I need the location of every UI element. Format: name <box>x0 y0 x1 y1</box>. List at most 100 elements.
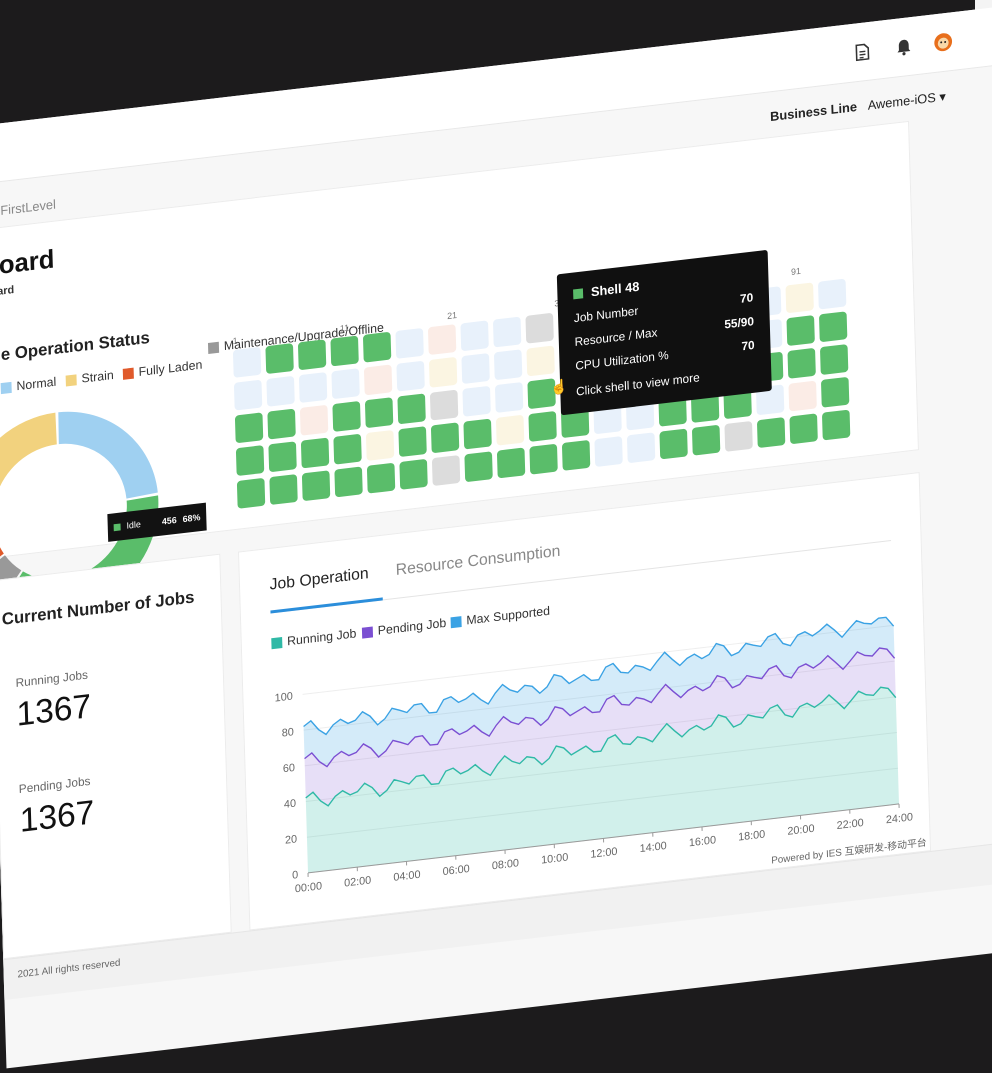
shell-cell[interactable] <box>265 343 293 374</box>
shell-cell[interactable] <box>397 393 425 424</box>
shell-cell[interactable] <box>692 425 720 456</box>
shell-cell[interactable] <box>302 470 330 501</box>
shell-cell[interactable] <box>269 474 297 505</box>
bell-icon[interactable] <box>893 35 915 59</box>
shell-cell[interactable] <box>788 381 816 412</box>
donut-slice-strain[interactable] <box>0 413 58 501</box>
shell-cell[interactable] <box>236 445 264 476</box>
shell-cell[interactable] <box>787 348 815 379</box>
tab-job-operation[interactable]: Job Operation <box>269 565 369 594</box>
avatar[interactable] <box>932 30 954 54</box>
legend-pending-job[interactable]: Pending Job <box>362 616 447 640</box>
document-icon[interactable] <box>851 39 873 63</box>
shell-cell[interactable] <box>724 421 752 452</box>
shell-cell[interactable] <box>462 386 490 417</box>
shell-cell[interactable] <box>785 282 813 313</box>
shell-cell[interactable] <box>562 440 590 471</box>
shell-cell[interactable] <box>428 324 456 355</box>
x-tick-label: 04:00 <box>393 869 420 884</box>
legend-fully-laden[interactable]: Fully Laden <box>123 358 203 381</box>
shell-cell[interactable] <box>237 478 265 509</box>
legend-normal[interactable]: Normal <box>1 375 57 395</box>
shell-cell[interactable] <box>266 376 294 407</box>
tooltip-label: CPU Utilization % <box>575 348 669 373</box>
y-tick-label: 20 <box>285 833 297 846</box>
legend-swatch <box>451 616 462 628</box>
shell-cell[interactable] <box>298 339 326 370</box>
shell-cell[interactable] <box>757 417 785 448</box>
shell-cell[interactable] <box>300 405 328 436</box>
shell-cell[interactable] <box>233 347 261 378</box>
legend-swatch <box>1 381 12 393</box>
business-line-selector[interactable]: Business Line Aweme-iOS ▾ <box>770 89 946 125</box>
shell-cell[interactable] <box>819 311 847 342</box>
shell-cell[interactable] <box>396 361 424 392</box>
shell-cell[interactable] <box>496 415 524 446</box>
shell-cell[interactable] <box>430 390 458 421</box>
legend-strain[interactable]: Strain <box>66 368 114 387</box>
shell-cell[interactable] <box>330 335 358 366</box>
shell-cell[interactable] <box>364 364 392 395</box>
dashboard-window: FirstLevel Business Line Aweme-iOS ▾ boa… <box>0 6 992 1068</box>
shell-cell[interactable] <box>363 332 391 363</box>
x-tick-label: 12:00 <box>590 846 617 861</box>
column-number: 11 <box>340 323 350 334</box>
shell-cell[interactable] <box>399 459 427 490</box>
shell-cell[interactable] <box>235 412 263 443</box>
y-tick-label: 40 <box>284 798 296 811</box>
chevron-down-icon[interactable]: ▾ <box>939 89 946 105</box>
shell-cell[interactable] <box>395 328 423 359</box>
shell-cell[interactable] <box>334 466 362 497</box>
shell-cell[interactable] <box>365 397 393 428</box>
shell-cell[interactable] <box>398 426 426 457</box>
page-title: board <box>0 244 55 283</box>
shell-cell[interactable] <box>525 313 553 344</box>
shell-cell[interactable] <box>818 279 846 310</box>
x-tick-label: 06:00 <box>442 863 469 878</box>
page-subtitle: board <box>0 284 14 299</box>
shell-cell[interactable] <box>460 320 488 351</box>
shell-cell[interactable] <box>529 444 557 475</box>
shell-cell[interactable] <box>234 380 262 411</box>
shell-cell[interactable] <box>820 344 848 375</box>
shell-cell[interactable] <box>366 430 394 461</box>
shell-cell[interactable] <box>493 317 521 348</box>
shell-cell[interactable] <box>526 345 554 376</box>
business-line-value[interactable]: Aweme-iOS <box>867 90 936 113</box>
tab-resource-consumption[interactable]: Resource Consumption <box>395 543 560 580</box>
shell-cell[interactable] <box>786 315 814 346</box>
shell-cell[interactable] <box>268 441 296 472</box>
legend-max-supported[interactable]: Max Supported <box>450 604 550 629</box>
shell-cell[interactable] <box>464 451 492 482</box>
tooltip-value: 70 <box>740 290 754 305</box>
legend-running-job[interactable]: Running Job <box>271 626 356 650</box>
shell-cell[interactable] <box>659 428 687 459</box>
shell-cell[interactable] <box>627 432 655 463</box>
shell-cell[interactable] <box>331 368 359 399</box>
shell-cell[interactable] <box>463 419 491 450</box>
shell-cell[interactable] <box>594 436 622 467</box>
shell-cell[interactable] <box>333 434 361 465</box>
idle-percent: 68% <box>182 512 200 524</box>
shell-cell[interactable] <box>432 455 460 486</box>
shell-cell[interactable] <box>789 413 817 444</box>
y-tick-label: 60 <box>283 762 295 775</box>
shell-cell[interactable] <box>429 357 457 388</box>
legend-label: Pending Job <box>378 616 447 638</box>
shell-cell[interactable] <box>431 422 459 453</box>
shell-cell[interactable] <box>822 410 850 441</box>
shell-cell[interactable] <box>301 437 329 468</box>
shell-cell[interactable] <box>494 349 522 380</box>
shell-cell[interactable] <box>495 382 523 413</box>
shell-cell[interactable] <box>528 411 556 442</box>
shell-cell[interactable] <box>821 377 849 408</box>
shell-cell[interactable] <box>367 463 395 494</box>
shell-cell[interactable] <box>299 372 327 403</box>
shell-cell[interactable] <box>332 401 360 432</box>
shell-cell[interactable] <box>497 447 525 478</box>
shell-cell[interactable] <box>461 353 489 384</box>
donut-slice-normal[interactable] <box>58 401 158 506</box>
breadcrumb[interactable]: FirstLevel <box>0 197 56 218</box>
shell-cell[interactable] <box>267 409 295 440</box>
idle-count: 456 <box>162 515 177 527</box>
